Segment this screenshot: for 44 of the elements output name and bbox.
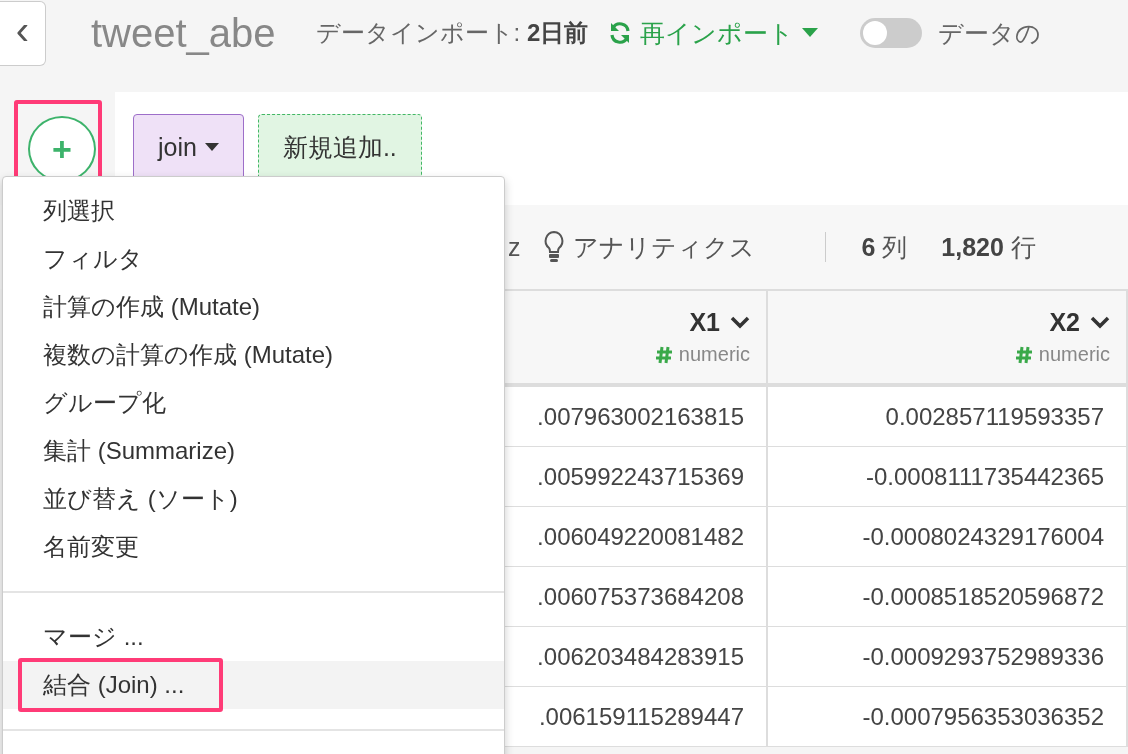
toolbar-text: z bbox=[508, 232, 521, 262]
table-cell: .006159115289447 bbox=[505, 687, 768, 747]
column-count: 6 列 bbox=[861, 231, 908, 263]
hash-icon bbox=[1014, 345, 1033, 364]
table-cell: .005992243715369 bbox=[505, 447, 768, 507]
table-cell: -0.0009293752989336 bbox=[768, 627, 1128, 687]
hash-icon bbox=[654, 345, 673, 364]
chevron-down-icon[interactable] bbox=[1090, 315, 1110, 330]
column-name: X2 bbox=[1049, 308, 1080, 337]
menu-item[interactable]: 計算の作成 (Mutate) bbox=[3, 283, 504, 331]
table-cell: -0.0008518520596872 bbox=[768, 567, 1128, 627]
menu-item[interactable]: 並び替え (ソート) bbox=[3, 475, 504, 523]
menu-item[interactable]: 列選択 bbox=[3, 187, 504, 235]
menu-item[interactable]: マージ ... bbox=[3, 613, 504, 661]
column-type: numeric bbox=[678, 343, 750, 366]
menu-item[interactable]: 複数の計算の作成 (Mutate) bbox=[3, 331, 504, 379]
dataset-title: tweet_abe bbox=[91, 10, 276, 56]
menu-item[interactable]: 集計 (Summarize) bbox=[3, 427, 504, 475]
column-header[interactable]: X1 numeric bbox=[505, 291, 768, 387]
analytics-button[interactable]: アナリティクス bbox=[572, 230, 755, 264]
toggle-label: データの bbox=[938, 17, 1042, 49]
table-cell: -0.0007956353036352 bbox=[768, 687, 1128, 747]
table-cell: .006203484283915 bbox=[505, 627, 768, 687]
table-cell: .007963002163815 bbox=[505, 387, 768, 447]
table-cell: .006075373684208 bbox=[505, 567, 768, 627]
table-cell: 0.002857119593357 bbox=[768, 387, 1128, 447]
row-count: 1,820 行 bbox=[941, 231, 1036, 263]
column-type: numeric bbox=[1038, 343, 1110, 366]
column-header[interactable]: X2 numeric bbox=[768, 291, 1128, 387]
menu-item[interactable]: 名前変更 bbox=[3, 523, 504, 571]
menu-item[interactable]: グループ化 bbox=[3, 379, 504, 427]
table-cell: .006049220081482 bbox=[505, 507, 768, 567]
table-cell: -0.0008024329176004 bbox=[768, 507, 1128, 567]
import-info: データインポート: 2日前 bbox=[315, 18, 589, 48]
chevron-down-icon[interactable] bbox=[730, 315, 750, 330]
caret-icon bbox=[802, 28, 819, 38]
caret-icon bbox=[204, 143, 219, 151]
table-cell: -0.0008111735442365 bbox=[768, 447, 1128, 507]
toggle-switch[interactable] bbox=[860, 18, 923, 48]
menu-item[interactable]: 結合 (Join) ... bbox=[3, 661, 504, 709]
back-button[interactable]: ‹ bbox=[0, 0, 46, 66]
lightbulb-icon bbox=[542, 230, 565, 264]
menu-item[interactable]: フィルタ bbox=[3, 235, 504, 283]
column-name: X1 bbox=[689, 308, 720, 337]
